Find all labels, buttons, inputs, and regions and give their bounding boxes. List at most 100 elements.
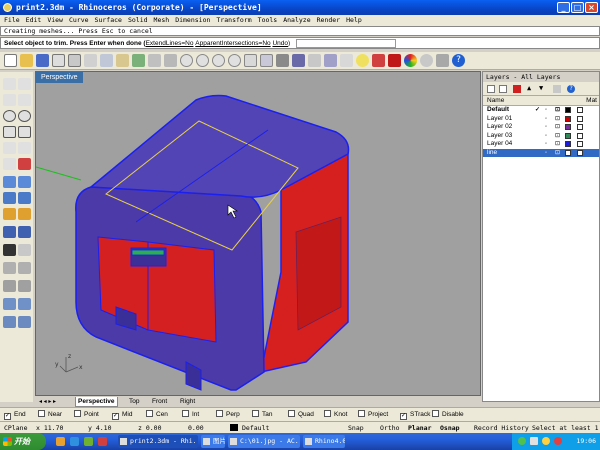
- task-acdsee[interactable]: C:\01.jpg - AC...: [228, 435, 300, 448]
- quicklaunch-media-icon[interactable]: [84, 437, 93, 446]
- layer-lock-icon[interactable]: ⊡: [555, 132, 560, 141]
- quicklaunch-desktop-icon[interactable]: [70, 437, 79, 446]
- osnap-end[interactable]: ✓ End: [4, 408, 26, 422]
- render-settings-icon[interactable]: [388, 54, 401, 67]
- osnap-near[interactable]: Near: [38, 408, 62, 422]
- layer-visible-bulb-icon[interactable]: ◦: [545, 123, 547, 132]
- tray-clock[interactable]: 19:06: [576, 437, 596, 445]
- osnap-cen[interactable]: Cen: [146, 408, 168, 422]
- menu-render[interactable]: Render: [317, 15, 340, 26]
- layer-visible-bulb-icon[interactable]: ◦: [545, 140, 547, 149]
- help-icon[interactable]: ?: [452, 54, 465, 67]
- surface-corner-icon[interactable]: [3, 176, 16, 188]
- ellipse-icon[interactable]: [3, 142, 16, 154]
- join-icon[interactable]: [3, 262, 16, 274]
- osnap-checkbox[interactable]: ✓: [400, 413, 407, 420]
- undo-icon[interactable]: [132, 54, 145, 67]
- fillet-edge-icon[interactable]: [18, 226, 31, 238]
- save-icon[interactable]: [36, 54, 49, 67]
- layer-row[interactable]: Default ✓ ◦ ⊡: [483, 106, 599, 115]
- menu-curve[interactable]: Curve: [69, 15, 89, 26]
- split-icon[interactable]: [3, 244, 16, 256]
- new-layer-icon[interactable]: [487, 85, 495, 93]
- layer-row[interactable]: line ◦ ⊡: [483, 148, 599, 158]
- trim-icon[interactable]: [18, 244, 31, 256]
- solid-extrude-icon[interactable]: [18, 192, 31, 204]
- menu-transform[interactable]: Transform: [216, 15, 251, 26]
- option-extend-lines[interactable]: ExtendLines=No: [146, 40, 194, 47]
- shade-icon[interactable]: [292, 54, 305, 67]
- quicklaunch-ie-icon[interactable]: [56, 437, 65, 446]
- environment-icon[interactable]: [436, 54, 449, 67]
- four-views-icon[interactable]: [244, 54, 257, 67]
- osnap-project[interactable]: Project: [358, 408, 388, 422]
- osnap-tan[interactable]: Tan: [252, 408, 272, 422]
- tray-volume-icon[interactable]: [530, 437, 538, 445]
- circle-icon[interactable]: [3, 110, 16, 122]
- freeform-icon[interactable]: [18, 142, 31, 154]
- osnap-checkbox[interactable]: [432, 410, 439, 417]
- quicklaunch-app-icon[interactable]: [98, 437, 107, 446]
- osnap-checkbox[interactable]: [38, 410, 45, 417]
- tray-network-icon[interactable]: [518, 437, 526, 445]
- task-rhino[interactable]: print2.3dm - Rhi...: [118, 435, 198, 448]
- menu-solid[interactable]: Solid: [128, 15, 148, 26]
- minimize-button[interactable]: _: [557, 2, 570, 13]
- curve-icon[interactable]: [18, 94, 31, 106]
- option-apparent-intersections[interactable]: ApparentIntersections=No: [195, 40, 270, 47]
- osnap-checkbox[interactable]: ✓: [4, 413, 11, 420]
- wireframe-icon[interactable]: [308, 54, 321, 67]
- current-layer-check-icon[interactable]: ✓: [535, 106, 540, 115]
- tray-security-icon[interactable]: [554, 437, 562, 445]
- explode-icon[interactable]: [18, 262, 31, 274]
- menu-view[interactable]: View: [47, 15, 63, 26]
- viewport-title[interactable]: Perspective: [36, 72, 83, 83]
- menu-mesh[interactable]: Mesh: [154, 15, 170, 26]
- command-input[interactable]: [295, 38, 396, 48]
- layer-lock-icon[interactable]: ⊡: [555, 123, 560, 132]
- layer-material-swatch[interactable]: [577, 115, 583, 122]
- layer-color-swatch[interactable]: [565, 115, 571, 122]
- shell-icon[interactable]: [3, 226, 16, 238]
- render-icon[interactable]: [372, 54, 385, 67]
- text-icon[interactable]: [3, 158, 16, 170]
- tab-right[interactable]: Right: [178, 397, 197, 407]
- cplane-icon[interactable]: [324, 54, 337, 67]
- osnap-disable[interactable]: Disable: [432, 408, 464, 422]
- new-file-icon[interactable]: [4, 54, 17, 67]
- command-line[interactable]: Select object to trim. Press Enter when …: [0, 37, 600, 49]
- menu-help[interactable]: Help: [346, 15, 362, 26]
- array-icon[interactable]: [18, 316, 31, 328]
- object-properties-icon[interactable]: [340, 54, 353, 67]
- menu-tools[interactable]: Tools: [258, 15, 278, 26]
- tab-scroll-arrows-icon[interactable]: ◂ ◂ ▸ ▸: [39, 397, 73, 405]
- boolean-icon[interactable]: [18, 208, 31, 220]
- menu-surface[interactable]: Surface: [95, 15, 122, 26]
- option-undo[interactable]: Undo: [272, 40, 288, 47]
- new-sublayer-icon[interactable]: [499, 85, 507, 93]
- layer-visible-bulb-icon[interactable]: ◦: [545, 149, 547, 158]
- layer-visible-bulb-icon[interactable]: ◦: [545, 106, 547, 115]
- maximize-button[interactable]: □: [571, 2, 584, 13]
- box-icon[interactable]: [3, 192, 16, 204]
- layer-row[interactable]: Layer 01 ◦ ⊡: [483, 115, 599, 124]
- extrude-surface-icon[interactable]: [18, 176, 31, 188]
- move-up-icon[interactable]: ▲: [527, 84, 531, 92]
- osnap-checkbox[interactable]: [216, 410, 223, 417]
- polygon-icon[interactable]: [18, 126, 31, 138]
- rotate-icon[interactable]: [3, 298, 16, 310]
- layer-lock-icon[interactable]: ⊡: [555, 140, 560, 149]
- osnap-perp[interactable]: Perp: [216, 408, 240, 422]
- osnap-checkbox[interactable]: [182, 410, 189, 417]
- osnap-checkbox[interactable]: [288, 410, 295, 417]
- model-canvas[interactable]: z x y: [36, 72, 482, 397]
- copy-object-icon[interactable]: [18, 280, 31, 292]
- color-wheel-icon[interactable]: [404, 54, 417, 67]
- delete-layer-icon[interactable]: [513, 85, 521, 93]
- osnap-checkbox[interactable]: [146, 410, 153, 417]
- zoom-selected-icon[interactable]: [228, 54, 241, 67]
- layer-lock-icon[interactable]: ⊡: [555, 106, 560, 115]
- menu-dimension[interactable]: Dimension: [175, 15, 210, 26]
- osnap-knot[interactable]: Knot: [324, 408, 347, 422]
- menu-analyze[interactable]: Analyze: [283, 15, 310, 26]
